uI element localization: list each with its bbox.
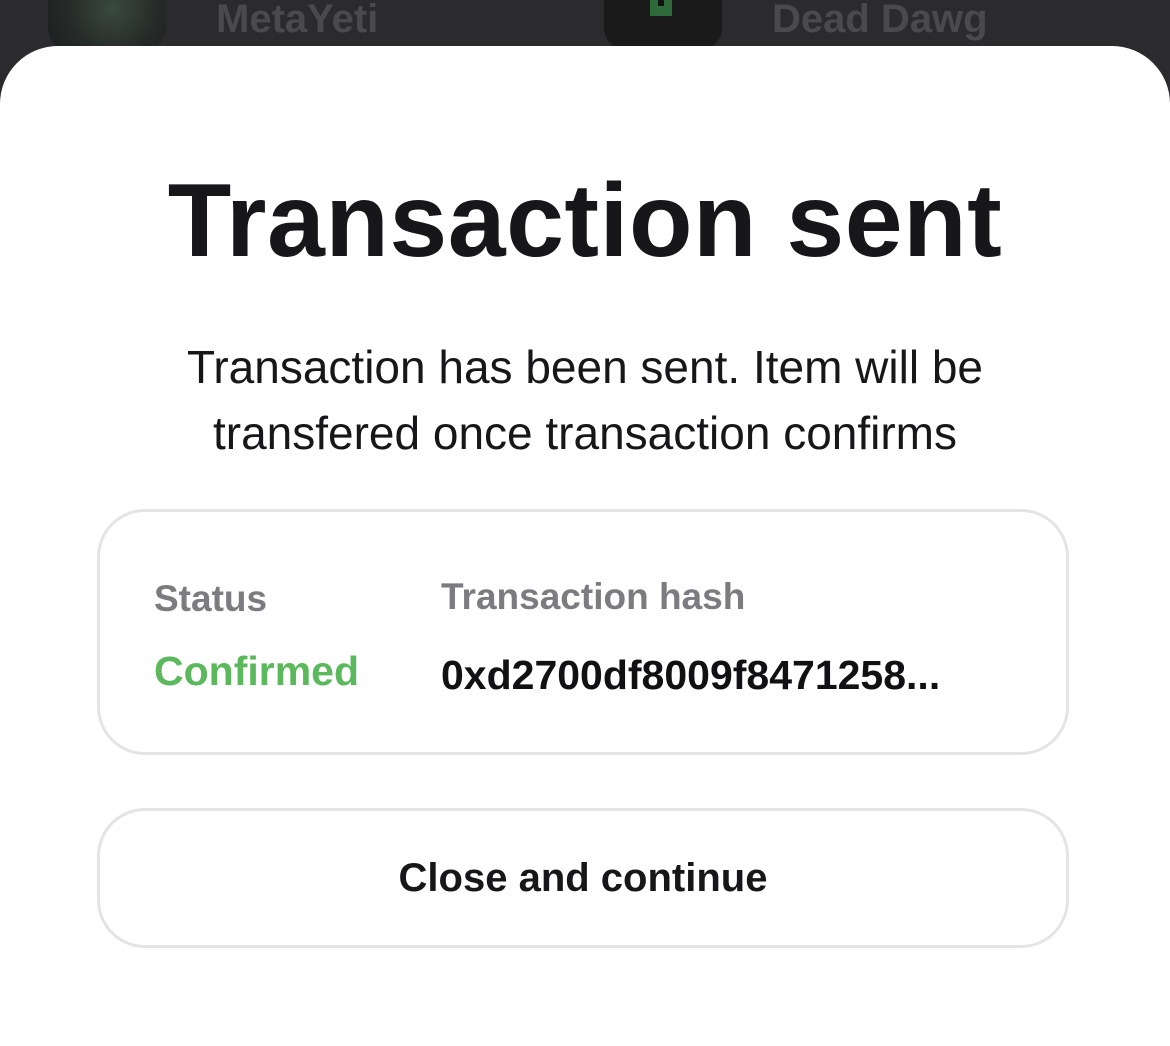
sheet-title: Transaction sent: [167, 163, 1003, 279]
transaction-hash-label: Transaction hash: [441, 576, 746, 617]
status-value: Confirmed: [154, 648, 359, 694]
background-item-metayeti[interactable]: MetaYeti: [48, 0, 378, 50]
transaction-sent-sheet: Transaction sent Transaction has been se…: [0, 46, 1170, 1046]
lock-icon: [604, 0, 722, 50]
background-item-name: MetaYeti: [216, 0, 379, 41]
background-item-name: Dead Dawg: [772, 0, 988, 41]
metayeti-thumbnail: [48, 0, 166, 50]
background-item-dead-dawg[interactable]: Dead Dawg: [604, 0, 988, 50]
transaction-hash-link[interactable]: 0xd2700df8009f8471258...: [441, 652, 940, 699]
transaction-info-card: Status Transaction hash Confirmed 0xd270…: [97, 509, 1069, 755]
status-label: Status: [154, 578, 268, 619]
close-and-continue-button[interactable]: Close and continue: [97, 808, 1069, 948]
sheet-message: Transaction has been sent. Item will be …: [186, 341, 984, 459]
